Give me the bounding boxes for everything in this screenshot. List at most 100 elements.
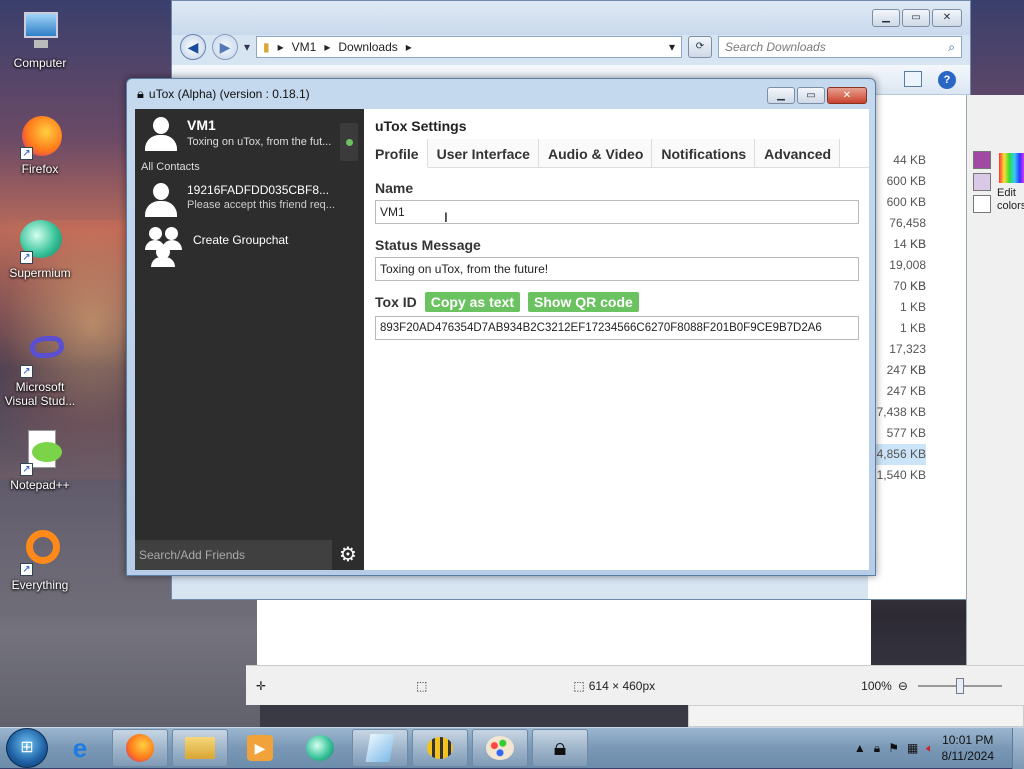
desktop-icon-visual-studio[interactable]: ↗ Microsoft Visual Stud... — [0, 330, 80, 408]
utox-tray-icon[interactable]: 🔒︎ — [874, 741, 880, 756]
file-size-cell: 7,438 KB — [876, 405, 926, 419]
recent-pages-chevron-icon[interactable]: ▾ — [244, 40, 250, 54]
preview-pane-icon[interactable] — [904, 71, 922, 87]
file-size-column: 44 KB 600 KB 600 KB 76,458 KB 14 KB 19,008 KB… — [870, 150, 926, 486]
breadcrumb-separator-icon: ▸ — [277, 40, 284, 54]
paint-canvas[interactable] — [257, 600, 871, 666]
back-button[interactable]: ◀ — [180, 34, 206, 60]
close-button[interactable]: ✕ — [827, 87, 867, 104]
shortcut-arrow-icon: ↗ — [20, 147, 33, 160]
breadcrumb-downloads[interactable]: Downloads — [338, 40, 397, 54]
search-input[interactable]: Search Downloads ⌕ — [718, 36, 962, 58]
desktop-icon-firefox[interactable]: ↗ Firefox — [0, 112, 80, 176]
firefox-icon — [126, 734, 154, 762]
lock-icon: 🔒︎ — [553, 734, 567, 761]
desktop-icon-label: Supermium — [9, 266, 71, 280]
minimize-button[interactable]: ▁ — [767, 87, 795, 104]
file-size-cell: 1 KB — [899, 300, 926, 314]
move-icon: ✛ — [256, 678, 267, 693]
utox-window-title: uTox (Alpha) (version : 0.18.1) — [148, 87, 310, 101]
maximize-button[interactable]: ▭ — [902, 9, 930, 27]
desktop-icon-supermium[interactable]: ↗ Supermium — [0, 216, 80, 280]
help-icon[interactable]: ? — [938, 71, 956, 89]
refresh-button[interactable]: ⟳ — [688, 36, 712, 58]
shortcut-arrow-icon: ↗ — [20, 251, 33, 264]
zoom-slider-thumb[interactable] — [955, 677, 964, 694]
address-dropdown-icon[interactable]: ▾ — [669, 40, 675, 54]
breadcrumb-separator-icon: ▸ — [324, 40, 331, 54]
color-swatch-2[interactable] — [973, 173, 991, 191]
search-add-friends-input[interactable]: Search/Add Friends — [135, 540, 332, 570]
selection-size-icon: ⬚ — [416, 678, 428, 693]
self-status-message[interactable]: Toxing on uTox, from the fut... — [187, 136, 331, 148]
taskbar-explorer[interactable] — [172, 729, 228, 767]
color-swatch-1[interactable] — [973, 151, 991, 169]
show-desktop-button[interactable] — [1012, 727, 1024, 769]
address-bar[interactable]: ▮ ▸ VM1 ▸ Downloads ▸ ▾ — [256, 36, 682, 58]
edit-colors-label[interactable]: Edit colors — [997, 187, 1024, 213]
zoom-level: 100% — [861, 678, 892, 693]
zoom-out-icon[interactable]: ⊖ — [898, 679, 908, 693]
clock[interactable]: 10:01 PM 8/11/2024 — [942, 732, 995, 764]
gear-icon[interactable]: ⚙ — [332, 540, 364, 570]
folder-icon — [185, 737, 215, 759]
tab-audio-video[interactable]: Audio & Video — [538, 139, 653, 167]
create-groupchat-item[interactable]: Create Groupchat — [135, 221, 364, 267]
taskbar-firefox[interactable] — [112, 729, 168, 767]
tab-notifications[interactable]: Notifications — [652, 139, 756, 167]
tox-id-field[interactable] — [375, 316, 859, 340]
self-name[interactable]: VM1 — [187, 117, 331, 133]
taskbar-media-player[interactable]: ▶ — [232, 729, 288, 767]
file-size-cell: 17,323 KB — [889, 342, 926, 377]
action-center-flag-icon[interactable]: ⚑ — [888, 741, 899, 755]
media-player-icon: ▶ — [247, 735, 273, 761]
taskbar-ie[interactable]: e — [52, 729, 108, 767]
avatar — [145, 183, 177, 217]
supermium-icon — [306, 735, 334, 761]
tab-profile[interactable]: Profile — [366, 139, 428, 168]
tab-user-interface[interactable]: User Interface — [427, 139, 539, 167]
background-window-strip — [688, 705, 1024, 727]
status-message-field[interactable] — [375, 257, 859, 281]
utox-window[interactable]: 🔒︎ uTox (Alpha) (version : 0.18.1) ▁ ▭ ✕… — [126, 78, 876, 576]
show-qr-code-button[interactable]: Show QR code — [528, 292, 639, 312]
tab-advanced[interactable]: Advanced — [755, 139, 841, 167]
friend-request-item[interactable]: 19216FADFDD035CBF8... Please accept this… — [135, 173, 364, 221]
desktop-icon-everything[interactable]: ↗ Everything — [0, 528, 80, 592]
color-swatch-3[interactable] — [973, 195, 991, 213]
everything-icon: ↗ — [16, 528, 64, 576]
forward-button[interactable]: ▶ — [212, 34, 238, 60]
start-button[interactable]: ⊞ — [6, 728, 48, 768]
network-icon[interactable]: ▦ — [907, 741, 918, 755]
taskbar-utox[interactable]: 🔒︎ — [532, 729, 588, 767]
maximize-button[interactable]: ▭ — [797, 87, 825, 104]
minimize-button[interactable]: ▁ — [872, 9, 900, 27]
utox-sidebar: VM1 Toxing on uTox, from the fut... All … — [135, 109, 364, 570]
breadcrumb-vm1[interactable]: VM1 — [292, 40, 317, 54]
text-cursor-icon: I — [444, 209, 448, 225]
close-button[interactable]: ✕ — [932, 9, 962, 27]
taskbar-paint-bee[interactable] — [412, 729, 468, 767]
desktop-icon-notepadpp[interactable]: ↗ Notepad++ — [0, 428, 80, 492]
paint-palette-icon — [486, 736, 514, 760]
desktop-icon-label: Notepad++ — [10, 478, 70, 492]
utox-titlebar[interactable]: 🔒︎ uTox (Alpha) (version : 0.18.1) ▁ ▭ ✕ — [127, 79, 875, 109]
explorer-navbar: ◀ ▶ ▾ ▮ ▸ VM1 ▸ Downloads ▸ ▾ ⟳ Search D… — [180, 33, 962, 61]
file-size-cell: 4,856 KB — [870, 444, 926, 465]
show-hidden-icons-icon[interactable]: ▲ — [854, 741, 866, 755]
copy-as-text-button[interactable]: Copy as text — [424, 292, 520, 312]
zoom-slider[interactable] — [917, 677, 1002, 694]
internet-explorer-icon: e — [72, 732, 88, 763]
vscode-icon: ↗ — [16, 330, 64, 378]
file-size-cell: 600 KB — [886, 174, 926, 188]
taskbar-supermium[interactable] — [292, 729, 348, 767]
status-button[interactable] — [340, 123, 358, 161]
edit-colors-icon[interactable] — [999, 153, 1024, 183]
desktop-icon-computer[interactable]: Computer — [0, 6, 80, 70]
file-size-cell: 76,458 KB — [889, 216, 926, 251]
taskbar-paint[interactable] — [472, 729, 528, 767]
self-profile[interactable]: VM1 Toxing on uTox, from the fut... — [135, 109, 364, 165]
volume-muted-icon[interactable]: 🔈︎ — [926, 741, 933, 756]
explorer-titlebar[interactable]: ▁ ▭ ✕ — [172, 1, 970, 35]
taskbar-notepad[interactable] — [352, 729, 408, 767]
